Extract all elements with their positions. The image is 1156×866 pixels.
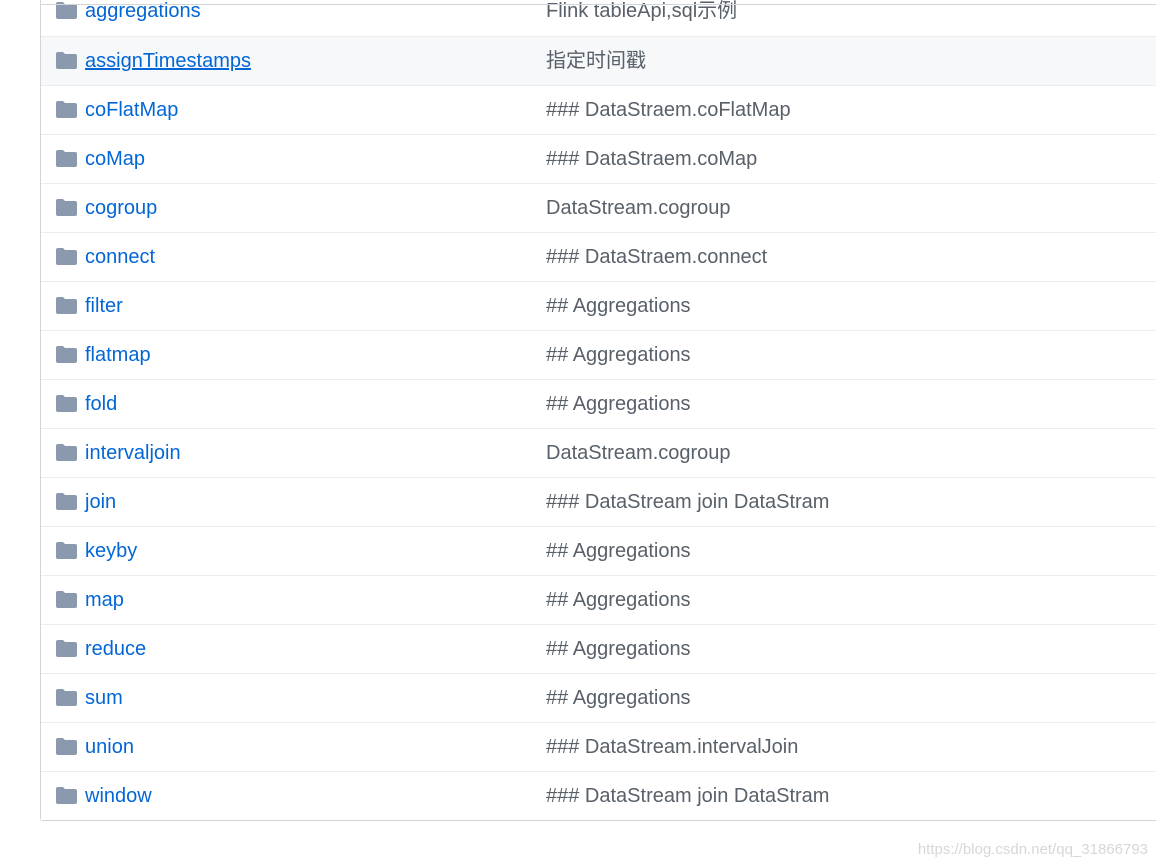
folder-icon xyxy=(56,640,77,657)
commit-message[interactable]: ## Aggregations xyxy=(546,588,691,612)
folder-icon xyxy=(56,395,77,412)
folder-icon xyxy=(56,248,77,265)
table-row[interactable]: sum ## Aggregations xyxy=(41,673,1156,722)
folder-link[interactable]: assignTimestamps xyxy=(85,49,251,73)
commit-message[interactable]: ## Aggregations xyxy=(546,637,691,661)
commit-message[interactable]: ### DataStream.intervalJoin xyxy=(546,735,798,759)
commit-message[interactable]: ### DataStraem.coMap xyxy=(546,147,757,171)
folder-link[interactable]: coFlatMap xyxy=(85,98,178,122)
folder-link[interactable]: cogroup xyxy=(85,196,157,220)
folder-icon xyxy=(56,689,77,706)
folder-link[interactable]: fold xyxy=(85,392,117,416)
folder-link[interactable]: map xyxy=(85,588,124,612)
commit-message[interactable]: ### DataStream join DataStram xyxy=(546,490,829,514)
table-row[interactable]: coMap ### DataStraem.coMap xyxy=(41,134,1156,183)
folder-icon xyxy=(56,346,77,363)
table-row[interactable]: reduce ## Aggregations xyxy=(41,624,1156,673)
folder-link[interactable]: connect xyxy=(85,245,155,269)
folder-link[interactable]: reduce xyxy=(85,637,146,661)
folder-link[interactable]: intervaljoin xyxy=(85,441,181,465)
commit-message[interactable]: DataStream.cogroup xyxy=(546,441,731,465)
folder-icon xyxy=(56,444,77,461)
table-row[interactable]: map ## Aggregations xyxy=(41,575,1156,624)
table-row[interactable]: aggregations Flink tableApi,sql示例 xyxy=(41,0,1156,36)
table-row[interactable]: join ### DataStream join DataStram xyxy=(41,477,1156,526)
table-row[interactable]: window ### DataStream join DataStram xyxy=(41,771,1156,820)
table-row[interactable]: connect ### DataStraem.connect xyxy=(41,232,1156,281)
folder-link[interactable]: keyby xyxy=(85,539,137,563)
commit-message[interactable]: ### DataStraem.connect xyxy=(546,245,767,269)
folder-icon xyxy=(56,52,77,69)
folder-icon xyxy=(56,591,77,608)
table-row[interactable]: intervaljoin DataStream.cogroup xyxy=(41,428,1156,477)
folder-icon xyxy=(56,787,77,804)
folder-icon xyxy=(56,738,77,755)
commit-message[interactable]: ## Aggregations xyxy=(546,392,691,416)
folder-link[interactable]: sum xyxy=(85,686,123,710)
commit-message[interactable]: ## Aggregations xyxy=(546,686,691,710)
commit-message[interactable]: ### DataStraem.coFlatMap xyxy=(546,98,791,122)
table-row[interactable]: filter ## Aggregations xyxy=(41,281,1156,330)
table-row[interactable]: union ### DataStream.intervalJoin xyxy=(41,722,1156,771)
commit-message[interactable]: ## Aggregations xyxy=(546,539,691,563)
table-row[interactable]: fold ## Aggregations xyxy=(41,379,1156,428)
folder-link[interactable]: coMap xyxy=(85,147,145,171)
folder-icon xyxy=(56,297,77,314)
file-list: aggregations Flink tableApi,sql示例 assign… xyxy=(40,0,1156,821)
commit-message[interactable]: ### DataStream join DataStram xyxy=(546,784,829,808)
commit-message[interactable]: ## Aggregations xyxy=(546,343,691,367)
table-row[interactable]: keyby ## Aggregations xyxy=(41,526,1156,575)
table-row[interactable]: coFlatMap ### DataStraem.coFlatMap xyxy=(41,85,1156,134)
watermark: https://blog.csdn.net/qq_31866793 xyxy=(917,841,1148,858)
folder-link[interactable]: join xyxy=(85,490,116,514)
commit-message[interactable]: DataStream.cogroup xyxy=(546,196,731,220)
folder-icon xyxy=(56,493,77,510)
folder-link[interactable]: union xyxy=(85,735,134,759)
folder-link[interactable]: window xyxy=(85,784,152,808)
folder-link[interactable]: flatmap xyxy=(85,343,151,367)
folder-icon xyxy=(56,150,77,167)
table-top-border xyxy=(40,4,1156,5)
commit-message[interactable]: ## Aggregations xyxy=(546,294,691,318)
table-row[interactable]: assignTimestamps 指定时间戳 xyxy=(41,36,1156,85)
folder-icon xyxy=(56,542,77,559)
table-row[interactable]: flatmap ## Aggregations xyxy=(41,330,1156,379)
folder-icon xyxy=(56,101,77,118)
commit-message[interactable]: 指定时间戳 xyxy=(546,49,646,73)
folder-link[interactable]: filter xyxy=(85,294,123,318)
table-row[interactable]: cogroup DataStream.cogroup xyxy=(41,183,1156,232)
folder-icon xyxy=(56,199,77,216)
